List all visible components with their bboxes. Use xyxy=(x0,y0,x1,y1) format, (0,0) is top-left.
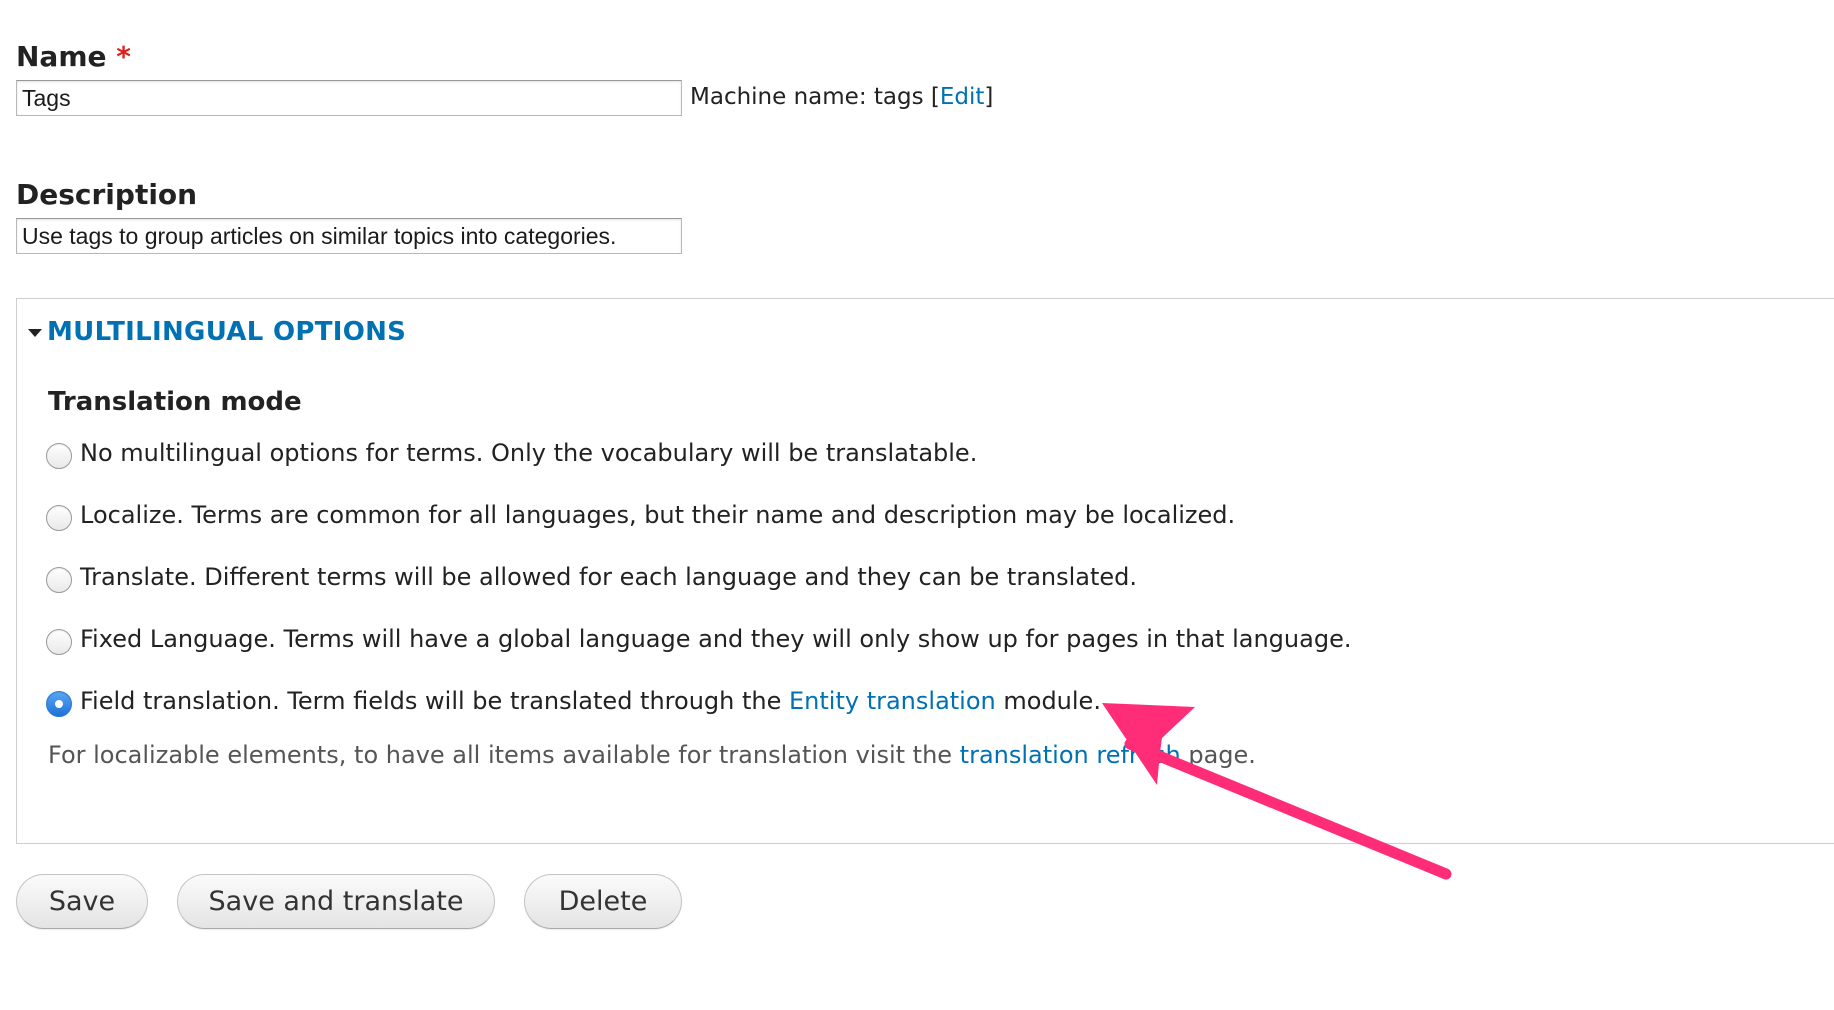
vocabulary-edit-form: Name * Machine name: tags [Edit] Descrip… xyxy=(0,0,1834,1010)
machine-name-edit-link[interactable]: Edit xyxy=(940,84,985,110)
translation-mode-heading: Translation mode xyxy=(48,387,302,417)
radio-no-multilingual[interactable] xyxy=(46,443,72,469)
machine-name-suffix: ] xyxy=(984,84,994,110)
option-translate-label[interactable]: Translate. Different terms will be allow… xyxy=(80,563,1137,591)
required-marker: * xyxy=(116,40,131,73)
name-input[interactable] xyxy=(16,80,682,116)
description-label-text: Description xyxy=(16,178,198,211)
help-text-after: page. xyxy=(1180,741,1256,769)
machine-name-prefix: Machine name: tags [ xyxy=(690,84,940,110)
field-translation-text-after: module. xyxy=(995,687,1101,715)
radio-localize[interactable] xyxy=(46,505,72,531)
multilingual-options-toggle[interactable]: MULTILINGUAL OPTIONS xyxy=(28,317,406,347)
multilingual-options-legend[interactable]: MULTILINGUAL OPTIONS xyxy=(47,317,406,347)
save-button[interactable]: Save xyxy=(16,874,148,929)
machine-name: Machine name: tags [Edit] xyxy=(690,84,993,110)
translation-refresh-link[interactable]: translation refresh xyxy=(960,741,1181,769)
collapse-triangle-icon xyxy=(28,329,42,337)
radio-fixed-language[interactable] xyxy=(46,629,72,655)
radio-translate[interactable] xyxy=(46,567,72,593)
help-text-before: For localizable elements, to have all it… xyxy=(48,741,960,769)
save-and-translate-button[interactable]: Save and translate xyxy=(177,874,495,929)
name-label-text: Name xyxy=(16,40,107,73)
option-localize-label[interactable]: Localize. Terms are common for all langu… xyxy=(80,501,1235,529)
description-input[interactable] xyxy=(16,218,682,254)
option-no-multilingual-label[interactable]: No multilingual options for terms. Only … xyxy=(80,439,977,467)
field-translation-text-before: Field translation. Term fields will be t… xyxy=(80,687,789,715)
option-fixed-language-label[interactable]: Fixed Language. Terms will have a global… xyxy=(80,625,1351,653)
translation-help-text: For localizable elements, to have all it… xyxy=(48,741,1256,769)
description-label: Description xyxy=(16,178,197,211)
name-label: Name * xyxy=(16,40,131,73)
option-field-translation-label[interactable]: Field translation. Term fields will be t… xyxy=(80,687,1101,715)
entity-translation-link[interactable]: Entity translation xyxy=(789,687,996,715)
radio-field-translation[interactable] xyxy=(46,691,72,717)
delete-button[interactable]: Delete xyxy=(524,874,682,929)
